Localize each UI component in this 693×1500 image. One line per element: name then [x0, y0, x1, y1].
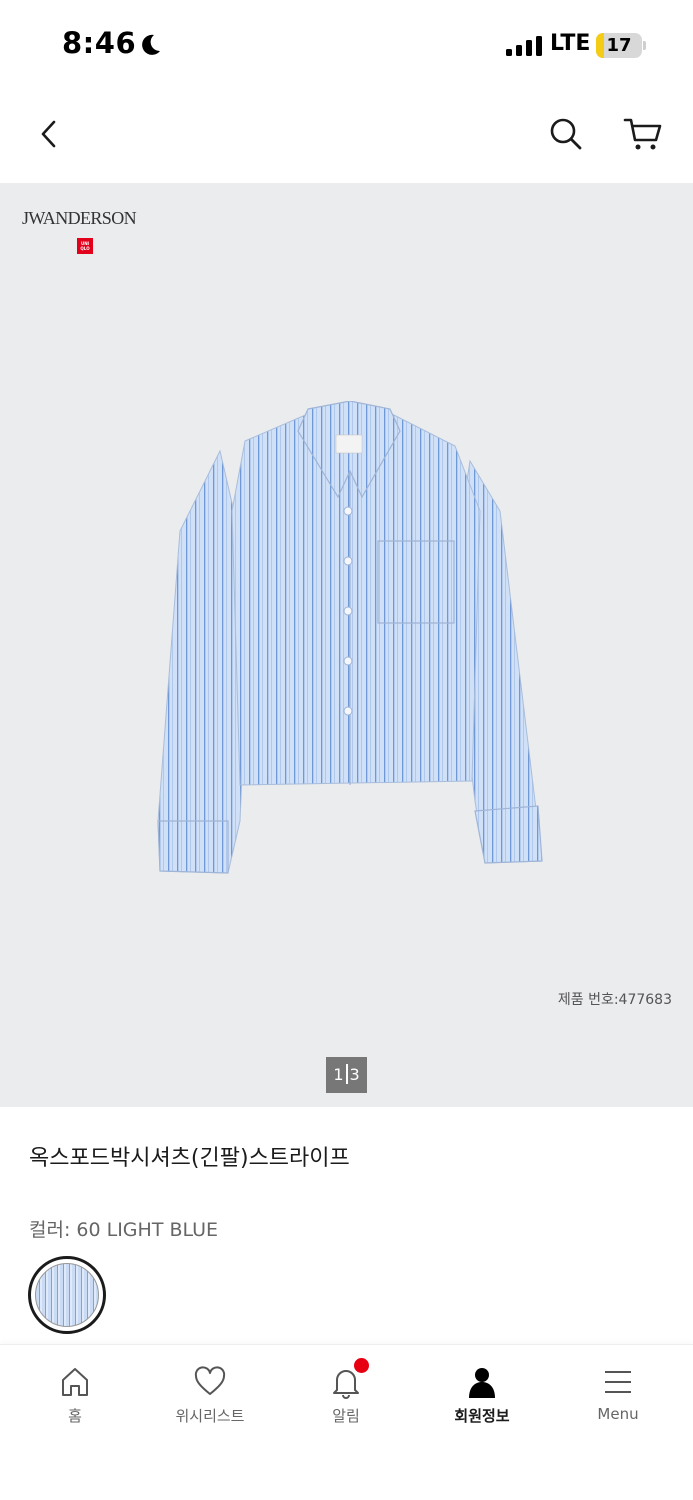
pager-total: 3	[349, 1065, 360, 1084]
color-label: 컬러: 60 LIGHT BLUE	[29, 1219, 219, 1241]
status-bar: 8:46 LTE 17	[0, 0, 693, 92]
chevron-left-icon[interactable]	[30, 114, 70, 154]
nav-menu[interactable]: Menu	[550, 1345, 686, 1445]
nav-notifications-label: 알림	[332, 1407, 360, 1425]
nav-menu-label: Menu	[597, 1405, 639, 1423]
top-header	[0, 92, 693, 183]
pager-divider	[345, 1064, 348, 1084]
network-type: LTE	[550, 31, 591, 56]
product-image	[157, 401, 543, 874]
nav-home-label: 홈	[68, 1407, 82, 1425]
cart-icon[interactable]	[622, 114, 664, 154]
moon-icon	[142, 34, 160, 55]
nav-member-info-label: 회원정보	[454, 1407, 510, 1425]
product-name: 옥스포드박시셔츠(긴팔)스트라이프	[29, 1146, 350, 1171]
bottom-navigation: 홈 위시리스트 알림 회원정보 Menu	[0, 1344, 693, 1500]
signal-icon	[506, 36, 542, 56]
notification-badge	[354, 1358, 369, 1373]
nav-notifications[interactable]: 알림	[278, 1345, 414, 1445]
pager-current: 1	[333, 1065, 344, 1084]
battery-icon: 17	[596, 33, 642, 58]
nav-home[interactable]: 홈	[7, 1345, 143, 1445]
menu-icon	[605, 1371, 631, 1393]
product-image-gallery[interactable]: JWANDERSON UNI QLO 제품 번호:477683 1 3	[0, 183, 693, 1107]
battery-cap	[643, 41, 646, 50]
jw-anderson-logo: JWANDERSON	[22, 208, 137, 228]
image-pager: 13	[326, 1057, 367, 1093]
nav-wishlist-label: 위시리스트	[175, 1407, 245, 1425]
uniqlo-logo: UNI QLO	[77, 238, 93, 254]
status-time: 8:46	[62, 26, 137, 60]
search-icon[interactable]	[546, 114, 586, 154]
battery-level: 17	[606, 35, 632, 56]
person-icon	[469, 1368, 495, 1398]
color-swatch-light-blue[interactable]	[28, 1256, 106, 1334]
product-code: 제품 번호:477683	[557, 992, 672, 1008]
home-icon	[62, 1368, 88, 1396]
nav-wishlist[interactable]: 위시리스트	[142, 1345, 278, 1445]
nav-member-info[interactable]: 회원정보	[414, 1345, 550, 1445]
swatch-pattern	[35, 1263, 99, 1327]
heart-icon	[194, 1366, 226, 1395]
